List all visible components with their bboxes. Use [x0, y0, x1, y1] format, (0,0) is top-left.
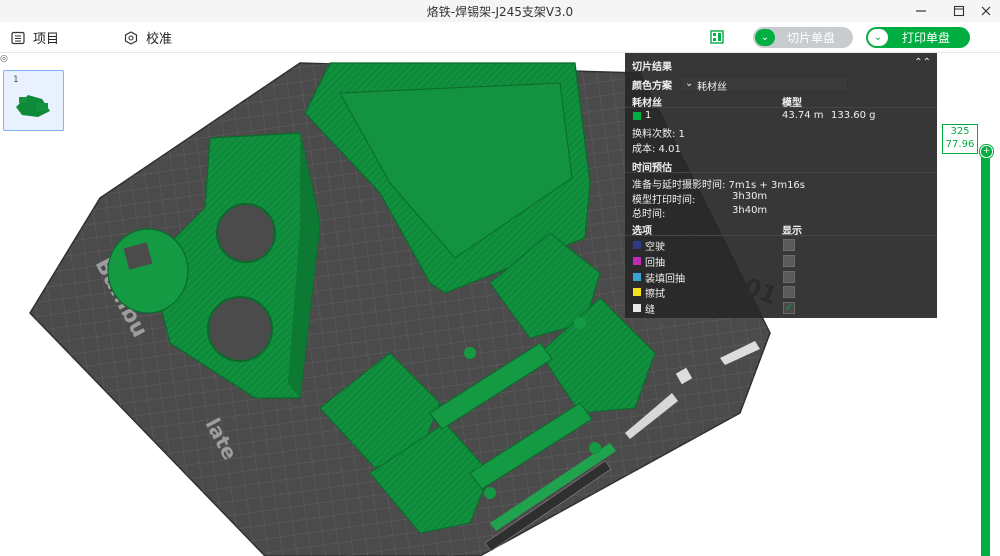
slice-plate-button[interactable]: ⌄ 切片单盘	[753, 27, 853, 48]
model-print-time-value: 3h30m	[732, 191, 768, 202]
filament-id: 1	[645, 110, 652, 121]
layer-slider-track[interactable]	[981, 150, 990, 556]
retract-swatch	[633, 257, 641, 265]
option-travel-checkbox[interactable]	[783, 239, 795, 251]
chevron-down-icon[interactable]: ⌄	[755, 29, 775, 46]
deretract-swatch	[633, 273, 641, 281]
print-plate-button[interactable]: ⌄ 打印单盘	[866, 27, 970, 48]
maximize-icon[interactable]	[948, 2, 970, 20]
plate-thumbnail[interactable]: 1	[3, 70, 64, 131]
chevron-down-icon[interactable]: ⌄	[868, 29, 888, 46]
window-title: 烙铁-焊锡架-J245支架V3.0	[426, 5, 574, 19]
slice-plate-label: 切片单盘	[786, 31, 835, 45]
slice-result-header: 切片结果	[632, 62, 672, 73]
preview-canvas[interactable]: Bambu late 01 ◎ 1	[0, 53, 1000, 556]
print-plate-label: 打印单盘	[901, 31, 950, 45]
prep-time: 准备与延时摄影时间: 7m1s + 3m16s	[632, 180, 805, 191]
option-wipe-checkbox[interactable]	[783, 286, 795, 298]
option-wipe-label: 擦拭	[645, 289, 665, 300]
filament-swatch	[633, 112, 641, 120]
model-cylinder	[107, 228, 189, 314]
calibrate-tab[interactable]: 校准	[124, 28, 172, 47]
plate-thumbnail-number: 1	[13, 75, 19, 85]
wipe-swatch	[633, 288, 641, 296]
layer-readout: 325 77.96	[942, 124, 978, 154]
main-toolbar: 项目 校准 ⌄ 切片单盘 ⌄ 打印单盘	[0, 22, 1000, 53]
calibrate-label: 校准	[146, 32, 173, 47]
filament-weight: 133.60 g	[831, 110, 876, 121]
option-retract-checkbox[interactable]	[783, 255, 795, 267]
eye-icon[interactable]: ◎	[0, 54, 8, 64]
title-bar: 烙铁-焊锡架-J245支架V3.0	[0, 0, 1000, 23]
total-time-label: 总时间:	[632, 209, 666, 220]
project-label: 项目	[33, 32, 60, 47]
change-count: 换料次数: 1	[632, 129, 685, 140]
close-icon[interactable]	[975, 2, 997, 20]
model-print-time-label: 模型打印时间:	[632, 195, 696, 206]
layer-height: 77.96	[945, 139, 975, 150]
slice-result-panel: 切片结果 ⌃⌃ 颜色方案 ⌄ 耗材丝 耗材丝 模型 1 43.74 m 133.…	[625, 53, 937, 318]
calibrate-icon	[124, 30, 138, 45]
chevron-down-icon: ⌄	[685, 78, 694, 89]
filament-length: 43.74 m	[782, 110, 824, 121]
plate-thumbnail-image	[16, 95, 50, 117]
color-scheme-value: 耗材丝	[697, 82, 727, 93]
layer-slider-handle[interactable]: +	[980, 145, 993, 158]
option-seam-label: 缝	[645, 305, 655, 316]
seam-swatch	[633, 304, 641, 312]
project-tab[interactable]: 项目	[11, 28, 59, 47]
layout-icon[interactable]	[710, 30, 724, 44]
option-deretract-label: 装填回抽	[645, 274, 685, 285]
color-scheme-select[interactable]: ⌄ 耗材丝	[680, 76, 848, 93]
total-time-value: 3h40m	[732, 205, 768, 216]
minimize-icon[interactable]	[910, 2, 932, 20]
layer-number: 325	[950, 126, 970, 137]
project-icon	[11, 31, 25, 44]
color-scheme-label: 颜色方案	[632, 81, 672, 92]
option-retract-label: 回抽	[645, 258, 665, 269]
option-deretract-checkbox[interactable]	[783, 271, 795, 283]
option-travel-label: 空驶	[645, 242, 665, 253]
option-seam-checkbox[interactable]: ✓	[783, 302, 795, 314]
cost: 成本: 4.01	[632, 144, 681, 155]
collapse-icon[interactable]: ⌃⌃	[914, 57, 931, 68]
travel-swatch	[633, 241, 641, 249]
